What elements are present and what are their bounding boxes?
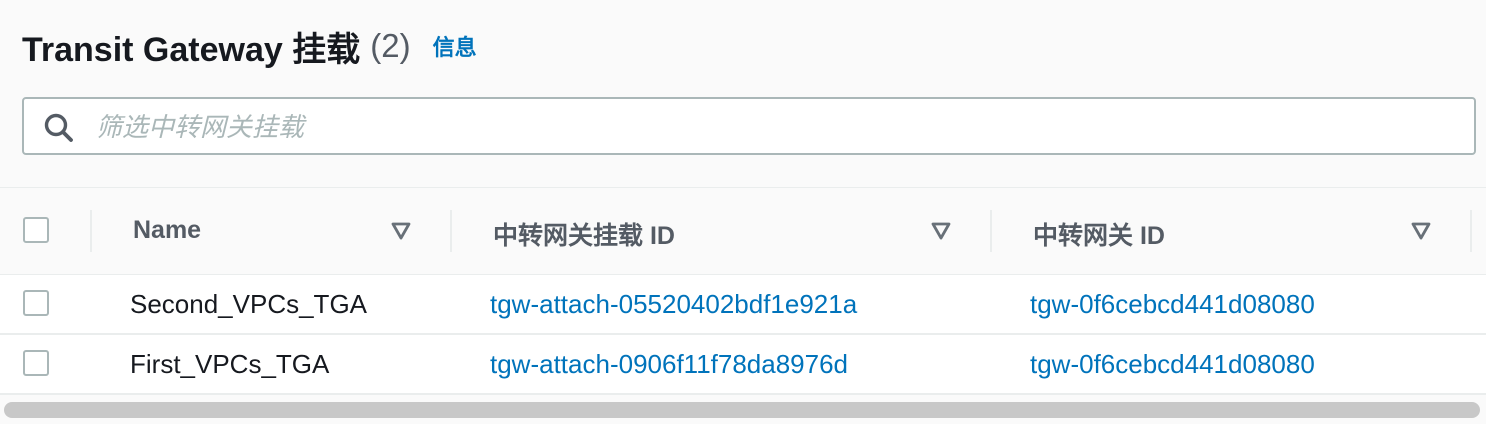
page-title: Transit Gateway 挂载 bbox=[22, 30, 361, 69]
search-icon bbox=[44, 113, 73, 142]
column-header-name[interactable]: Name bbox=[133, 216, 201, 245]
table-row[interactable]: Second_VPCs_TGA tgw-attach-05520402bdf1e… bbox=[0, 275, 1486, 335]
column-header-attachment-id[interactable]: 中转网关挂载 ID bbox=[493, 216, 675, 252]
row-checkbox[interactable] bbox=[23, 350, 49, 376]
attachment-id-link[interactable]: tgw-attach-05520402bdf1e921a bbox=[490, 289, 857, 320]
sort-down-icon[interactable] bbox=[390, 221, 412, 241]
column-divider[interactable] bbox=[90, 210, 92, 252]
filter-input[interactable] bbox=[94, 105, 1468, 149]
attachment-id-link[interactable]: tgw-attach-0906f11f78da8976d bbox=[490, 349, 848, 380]
sort-down-icon[interactable] bbox=[1410, 221, 1432, 241]
column-header-gateway-id[interactable]: 中转网关 ID bbox=[1033, 216, 1165, 252]
attachment-name: Second_VPCs_TGA bbox=[130, 289, 368, 319]
attachment-count: (2) bbox=[370, 27, 411, 64]
table-header: Name 中转网关挂载 ID 中转网关 ID bbox=[0, 188, 1486, 276]
column-divider[interactable] bbox=[450, 210, 452, 252]
transit-gateway-attachments-panel: Transit Gateway 挂载 (2) 信息 Name 中转网关挂载 ID… bbox=[0, 0, 1486, 424]
gateway-id-link[interactable]: tgw-0f6cebcd441d08080 bbox=[1030, 349, 1315, 380]
attachment-name: First_VPCs_TGA bbox=[130, 349, 330, 379]
row-checkbox[interactable] bbox=[23, 290, 49, 316]
panel-header: Transit Gateway 挂载 (2) 信息 bbox=[22, 24, 477, 69]
column-divider[interactable] bbox=[990, 210, 992, 252]
column-divider[interactable] bbox=[1470, 210, 1472, 252]
horizontal-scrollbar-thumb[interactable] bbox=[4, 402, 1480, 418]
filter-box bbox=[22, 97, 1476, 155]
info-link[interactable]: 信息 bbox=[433, 30, 477, 62]
table-row[interactable]: First_VPCs_TGA tgw-attach-0906f11f78da89… bbox=[0, 335, 1486, 395]
select-all-checkbox[interactable] bbox=[23, 217, 49, 243]
gateway-id-link[interactable]: tgw-0f6cebcd441d08080 bbox=[1030, 289, 1315, 320]
sort-down-icon[interactable] bbox=[930, 221, 952, 241]
